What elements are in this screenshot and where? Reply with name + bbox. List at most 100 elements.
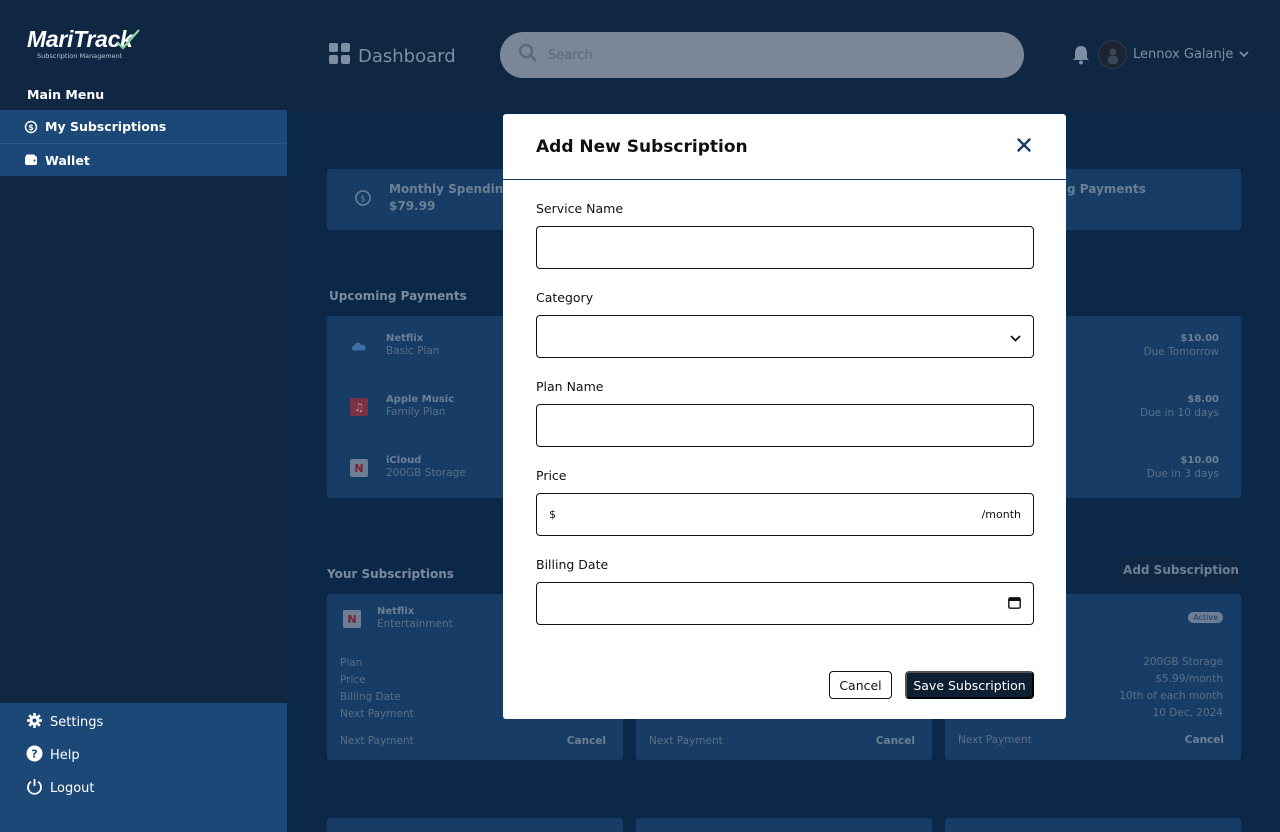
app-logo[interactable]: MariTrack Subscription Management (27, 26, 140, 60)
detail-label: Next Payment (340, 708, 414, 720)
cancel-subscription-link[interactable]: Cancel (876, 735, 915, 747)
status-badge: Active (1188, 612, 1223, 623)
upcoming-name: iCloud (386, 455, 422, 466)
price-currency-prefix: $ (549, 508, 556, 521)
service-name-field[interactable] (536, 226, 1034, 269)
svg-text:?: ? (31, 748, 37, 761)
detail-label: Billing Date (340, 691, 401, 703)
detail-label: Plan (340, 657, 363, 669)
category-label: Category (536, 290, 594, 305)
price-period-suffix: /month (981, 508, 1021, 521)
price-label: Price (536, 468, 567, 483)
svg-text:$: $ (360, 195, 366, 205)
category-select[interactable] (536, 315, 1034, 358)
calendar-icon[interactable] (1008, 594, 1021, 613)
upcoming-plan: Basic Plan (386, 345, 440, 357)
refresh-dollar-icon: $ (354, 189, 372, 211)
monthly-spending-value: $79.99 (389, 199, 436, 213)
plan-name-label: Plan Name (536, 379, 604, 394)
gear-icon (26, 712, 43, 733)
sidebar-item-logout[interactable]: Logout (26, 778, 95, 799)
upcoming-due: Due in 3 days (1146, 468, 1219, 480)
sidebar-item-wallet[interactable]: Wallet (0, 143, 287, 176)
sidebar: MariTrack Subscription Management Main M… (0, 0, 287, 832)
cancel-button[interactable]: Cancel (829, 671, 892, 699)
sidebar-item-my-subscriptions[interactable]: $ My Subscriptions (0, 110, 287, 143)
cancel-subscription-link[interactable]: Cancel (567, 735, 606, 747)
upcoming-payments-title: Upcoming Payments (329, 289, 467, 303)
wallet-icon (24, 153, 38, 167)
monthly-spending-label: Monthly Spending (389, 182, 512, 196)
logo-check-icon (116, 29, 140, 50)
next-payment-label: Next Payment (958, 734, 1032, 746)
modal-title: Add New Subscription (536, 137, 748, 157)
detail-value: 10th of each month (1119, 690, 1223, 702)
sidebar-item-label: Help (50, 748, 80, 763)
service-name-label: Service Name (536, 201, 624, 216)
next-payment-label: Next Payment (340, 735, 414, 747)
upcoming-name: Apple Music (386, 394, 455, 405)
chevron-down-icon (1010, 327, 1021, 346)
plan-name-input[interactable] (549, 418, 1021, 433)
search-bar[interactable] (500, 32, 1024, 78)
sidebar-item-settings[interactable]: Settings (26, 712, 103, 733)
dashboard-grid-icon (329, 43, 350, 69)
subscription-card (636, 818, 932, 832)
app-tagline: Subscription Management (37, 52, 123, 60)
main-menu-heading: Main Menu (27, 87, 105, 102)
cloud-icon (350, 337, 368, 355)
next-payment-label: Next Payment (649, 735, 723, 747)
close-icon[interactable] (1014, 135, 1034, 155)
add-subscription-button[interactable]: Add Subscription (1121, 556, 1241, 584)
sidebar-item-label: Logout (50, 781, 95, 796)
subscription-card (327, 818, 623, 832)
price-input[interactable] (562, 507, 982, 522)
upcoming-due: Due Tomorrow (1143, 346, 1219, 358)
subscription-category: Entertainment (377, 618, 453, 630)
top-header: Dashboard Lennox Galanje (287, 0, 1280, 111)
billing-date-label: Billing Date (536, 557, 609, 572)
user-menu[interactable]: Lennox Galanje (1098, 40, 1249, 69)
billing-date-field[interactable] (536, 582, 1034, 625)
price-field[interactable]: $ /month (536, 493, 1034, 536)
avatar (1098, 40, 1127, 69)
dollar-cycle-icon: $ (24, 120, 38, 134)
plan-name-field[interactable] (536, 404, 1034, 447)
sidebar-footer: Settings ? Help Logout (0, 703, 287, 832)
upcoming-name: Netflix (386, 333, 424, 344)
chevron-down-icon (1239, 47, 1249, 62)
subscription-name: Netflix (377, 606, 415, 617)
search-input[interactable] (548, 47, 988, 63)
service-name-input[interactable] (549, 240, 1021, 255)
bell-icon[interactable] (1072, 45, 1090, 69)
page-title-text: Dashboard (358, 45, 456, 67)
subscription-card (945, 818, 1241, 832)
question-icon: ? (26, 745, 43, 766)
detail-value: 10 Dec, 2024 (1152, 707, 1223, 719)
sidebar-item-help[interactable]: ? Help (26, 745, 80, 766)
music-note-icon: ♫ (350, 398, 368, 416)
netflix-logo-icon: N (350, 459, 368, 477)
save-subscription-button[interactable]: Save Subscription (905, 671, 1034, 699)
search-icon (518, 43, 538, 67)
detail-label: Price (340, 674, 366, 686)
add-subscription-modal: Add New Subscription Service Name Catego… (503, 114, 1066, 719)
sidebar-item-label: Settings (50, 715, 104, 730)
detail-value: 200GB Storage (1143, 656, 1223, 668)
cancel-subscription-link[interactable]: Cancel (1185, 734, 1224, 746)
upcoming-plan: 200GB Storage (386, 467, 466, 479)
your-subscriptions-title: Your Subscriptions (327, 567, 454, 581)
upcoming-price: $10.00 (1180, 333, 1219, 344)
power-icon (26, 778, 43, 799)
user-name: Lennox Galanje (1133, 47, 1234, 62)
upcoming-payments-stat-label: g Payments (1067, 182, 1146, 196)
page-title: Dashboard (329, 43, 456, 69)
detail-value: $5.99/month (1155, 673, 1223, 685)
upcoming-plan: Family Plan (386, 406, 446, 418)
netflix-logo-icon: N (343, 610, 361, 628)
upcoming-price: $10.00 (1180, 455, 1219, 466)
modal-header: Add New Subscription (503, 114, 1066, 180)
sidebar-item-label: Wallet (45, 152, 90, 168)
upcoming-price: $8.00 (1187, 394, 1219, 405)
svg-text:$: $ (28, 123, 34, 132)
